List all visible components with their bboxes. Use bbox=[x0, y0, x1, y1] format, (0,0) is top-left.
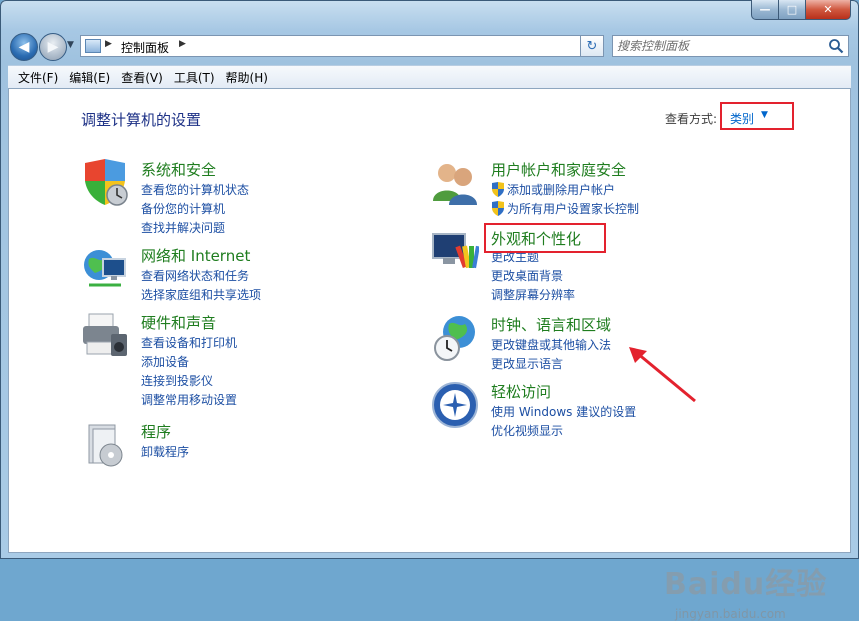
watermark-url: jingyan.baidu.com bbox=[675, 607, 786, 621]
link-mobility-settings[interactable]: 调整常用移动设置 bbox=[141, 391, 237, 408]
navigation-bar: ◀ ▶ ▼ ▶ 控制面板 ▶ ▼ ↻ bbox=[8, 30, 851, 62]
address-bar[interactable]: ▶ 控制面板 ▶ ▼ bbox=[80, 35, 600, 57]
link-keyboard-input[interactable]: 更改键盘或其他输入法 bbox=[491, 336, 611, 353]
link-troubleshoot[interactable]: 查找并解决问题 bbox=[141, 219, 225, 236]
category-title[interactable]: 程序 bbox=[141, 421, 171, 442]
category-hardware-sound: 硬件和声音 查看设备和打印机 添加设备 连接到投影仪 调整常用移动设置 bbox=[81, 312, 341, 407]
menu-tools[interactable]: 工具(T) bbox=[174, 69, 215, 86]
breadcrumb-arrow-icon[interactable]: ▶ bbox=[105, 39, 112, 49]
clock-globe-icon bbox=[434, 316, 475, 361]
link-desktop-background[interactable]: 更改桌面背景 bbox=[491, 267, 563, 284]
category-user-accounts: 用户帐户和家庭安全 添加或删除用户帐户 为所有用户设置家长控制 bbox=[431, 159, 731, 219]
annotation-arrow-icon bbox=[629, 347, 696, 403]
breadcrumb-control-panel[interactable]: 控制面板 bbox=[121, 39, 169, 56]
caption-buttons: — □ ✕ bbox=[751, 0, 851, 20]
control-panel-icon bbox=[85, 39, 101, 53]
category-title[interactable]: 硬件和声音 bbox=[141, 312, 216, 333]
highlight-box bbox=[484, 223, 606, 253]
ease-of-access-icon bbox=[432, 382, 478, 428]
link-display-language[interactable]: 更改显示语言 bbox=[491, 355, 563, 372]
forward-button[interactable]: ▶ bbox=[39, 33, 67, 61]
breadcrumb-arrow-icon[interactable]: ▶ bbox=[179, 39, 186, 49]
category-title[interactable]: 网络和 Internet bbox=[141, 245, 250, 266]
link-check-status[interactable]: 查看您的计算机状态 bbox=[141, 181, 249, 198]
view-mode-value: 类别 bbox=[730, 112, 755, 126]
content-area: 调整计算机的设置 查看方式: 类别 ▼ 系统和安全 查看您的计算机状态 备份您的… bbox=[8, 88, 851, 621]
category-title[interactable]: 系统和安全 bbox=[141, 159, 216, 180]
link-devices-printers[interactable]: 查看设备和打印机 bbox=[141, 334, 237, 351]
link-projector[interactable]: 连接到投影仪 bbox=[141, 372, 213, 389]
menu-bar: 文件(F) 编辑(E) 查看(V) 工具(T) 帮助(H) bbox=[8, 65, 851, 89]
security-shield-icon bbox=[85, 159, 128, 206]
link-homegroup[interactable]: 选择家庭组和共享选项 bbox=[141, 286, 261, 303]
dropdown-arrow-icon: ▼ bbox=[761, 110, 768, 120]
category-title[interactable]: 时钟、语言和区域 bbox=[491, 314, 611, 335]
link-screen-resolution[interactable]: 调整屏幕分辨率 bbox=[491, 286, 575, 303]
close-button[interactable]: ✕ bbox=[806, 0, 851, 20]
link-optimize-display[interactable]: 优化视频显示 bbox=[491, 422, 563, 439]
link-uninstall-program[interactable]: 卸载程序 bbox=[141, 443, 189, 460]
back-button[interactable]: ◀ bbox=[10, 33, 38, 61]
forward-arrow-icon: ▶ bbox=[47, 39, 59, 55]
menu-help[interactable]: 帮助(H) bbox=[226, 69, 268, 86]
minimize-button[interactable]: — bbox=[751, 0, 779, 20]
category-network-internet: 网络和 Internet 查看网络状态和任务 选择家庭组和共享选项 bbox=[81, 245, 341, 305]
uac-shield-icon bbox=[492, 182, 504, 197]
maximize-button[interactable]: □ bbox=[779, 0, 806, 20]
refresh-button[interactable]: ↻ bbox=[580, 35, 604, 57]
menu-file[interactable]: 文件(F) bbox=[18, 69, 58, 86]
search-box bbox=[612, 35, 849, 57]
menu-edit[interactable]: 编辑(E) bbox=[69, 69, 110, 86]
view-mode-label: 查看方式: bbox=[665, 112, 718, 126]
link-add-remove-accounts[interactable]: 添加或删除用户帐户 bbox=[507, 181, 615, 198]
window-frame: — □ ✕ ◀ ▶ ▼ ▶ 控制面板 ▶ ▼ ↻ 文件(F) 编辑(E) 查看(… bbox=[0, 0, 859, 621]
users-icon bbox=[433, 164, 477, 205]
category-system-security: 系统和安全 查看您的计算机状态 备份您的计算机 查找并解决问题 bbox=[81, 159, 341, 235]
watermark-brand: Baidu经验 bbox=[664, 567, 828, 602]
category-programs: 程序 卸载程序 bbox=[81, 421, 341, 467]
uac-shield-icon bbox=[492, 201, 504, 216]
link-backup[interactable]: 备份您的计算机 bbox=[141, 200, 225, 217]
link-parental-controls[interactable]: 为所有用户设置家长控制 bbox=[507, 200, 639, 217]
recent-pages-dropdown-icon[interactable]: ▼ bbox=[67, 40, 74, 50]
personalization-icon bbox=[432, 233, 479, 269]
menu-view[interactable]: 查看(V) bbox=[121, 69, 163, 86]
back-arrow-icon: ◀ bbox=[18, 39, 30, 55]
category-title[interactable]: 用户帐户和家庭安全 bbox=[491, 159, 626, 180]
printer-icon bbox=[83, 313, 127, 356]
link-windows-suggested-settings[interactable]: 使用 Windows 建议的设置 bbox=[491, 403, 636, 420]
page-title: 调整计算机的设置 bbox=[81, 111, 202, 129]
refresh-icon: ↻ bbox=[586, 38, 598, 54]
search-input[interactable] bbox=[617, 38, 822, 54]
search-icon[interactable] bbox=[828, 38, 844, 54]
network-globe-icon bbox=[84, 250, 126, 287]
programs-icon bbox=[88, 424, 123, 467]
view-mode-dropdown[interactable]: 类别 ▼ bbox=[720, 102, 794, 130]
category-title[interactable]: 轻松访问 bbox=[491, 381, 551, 402]
link-network-status[interactable]: 查看网络状态和任务 bbox=[141, 267, 249, 284]
link-add-device[interactable]: 添加设备 bbox=[141, 353, 189, 370]
